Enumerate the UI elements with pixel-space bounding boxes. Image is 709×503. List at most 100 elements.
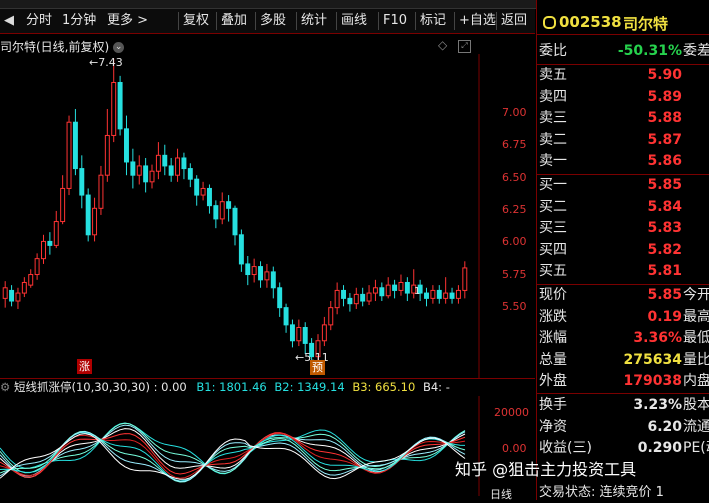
candle-body (379, 287, 385, 297)
candle-body (385, 284, 391, 297)
bid-row-value: 5.84 (647, 198, 682, 215)
high-price-label: 7.43 (98, 56, 123, 69)
candle-body (104, 134, 110, 176)
stock-name: 司尔特 (623, 15, 669, 33)
candle-body (155, 154, 161, 172)
ask-row-value: 5.88 (647, 110, 682, 127)
bid-row: 买一 5.85 (537, 175, 709, 196)
candle-body (206, 187, 212, 207)
candle-body (455, 289, 461, 299)
candle-body (398, 281, 404, 291)
indicator-b2: B2: 1349.14 (274, 380, 345, 394)
huaxian-button[interactable]: 画线 (336, 12, 371, 30)
biaoji-button[interactable]: 标记 (415, 12, 450, 30)
duogu-button[interactable]: 多股 (255, 12, 290, 30)
oscillator-line (0, 433, 466, 480)
candle-body (53, 221, 59, 246)
star-icon[interactable] (543, 16, 556, 29)
stat2-row: 净资 6.20 流通 (537, 417, 709, 438)
candle-body (72, 121, 78, 170)
stat-row-tail: 量比 (683, 351, 709, 368)
candle-body (124, 128, 129, 163)
stat-row-tail: 最低 (683, 330, 709, 347)
stat-row-tail: 内盘 (683, 373, 709, 390)
back-arrow-icon[interactable]: ◀ (0, 12, 18, 30)
candle-body (15, 292, 21, 302)
stat-row-value: 275634 (623, 351, 682, 368)
candle-body (443, 292, 449, 299)
bid-row-value: 5.82 (647, 241, 682, 258)
ytick-label: 6.25 (502, 203, 527, 216)
candle-body (321, 324, 327, 342)
bid-row-value: 5.81 (647, 263, 682, 280)
limit-up-badge: 涨 (77, 359, 92, 374)
stat-row: 涨幅 3.36% 最低 (537, 328, 709, 349)
back-button[interactable]: 返回 (496, 12, 531, 30)
candle-body (143, 165, 149, 183)
stat2-row-label: 换手 (539, 397, 567, 413)
candle-body (162, 154, 168, 167)
ytick-label: 6.00 (502, 235, 527, 248)
candle-body (98, 174, 104, 209)
candle-body (258, 266, 264, 281)
bid-row-label: 买一 (539, 177, 567, 193)
candle-body (47, 240, 53, 246)
ask-row-label: 卖五 (539, 67, 567, 83)
tab-fenshi[interactable]: 分时 (22, 12, 56, 30)
indicator-value: : 0.00 (153, 380, 187, 394)
stat-row-label: 外盘 (539, 373, 567, 390)
candle-body (79, 168, 85, 196)
weibi-label: 委比 (539, 43, 567, 59)
candle-body (436, 289, 442, 299)
tab-1min[interactable]: 1分钟 (58, 12, 100, 30)
bid-row: 买二 5.84 (537, 197, 709, 218)
kline-svg (2, 54, 480, 379)
high-marker: ←7.43 (89, 56, 123, 69)
candle-body (238, 234, 244, 265)
candle-body (41, 240, 46, 260)
kline-chart-area[interactable]: 司尔特(日线,前复权) ⌄ ◇ ⤢ 7.00 6.75 6.50 6.25 6.0… (0, 34, 535, 501)
stat2-row-value: 3.23% (633, 397, 682, 413)
gear-icon[interactable]: ⚙ (0, 380, 10, 394)
candle-body (424, 292, 429, 299)
bid-row: 买四 5.82 (537, 240, 709, 261)
f10-button[interactable]: F10 (378, 12, 411, 30)
indicator-name[interactable]: 短线抓涨停(10,30,30,30) (14, 380, 150, 394)
diejia-button[interactable]: 叠加 (216, 12, 251, 30)
candle-body (264, 271, 270, 281)
stat-row-tail: 今开 (683, 287, 709, 303)
candle-body (251, 266, 257, 276)
candle-body (341, 289, 346, 299)
candle-body (92, 207, 98, 236)
candle-body (277, 287, 283, 309)
stat2-row-tail: PE(动) (683, 440, 709, 457)
candle-body (372, 287, 378, 294)
candle-body (28, 274, 34, 286)
candle-body (353, 293, 359, 305)
stat-row-value: 5.85 (647, 287, 682, 303)
stat2-row-tail: 股本 (683, 397, 709, 413)
fuquan-button[interactable]: 复权 (178, 12, 213, 30)
more-button[interactable]: 更多 > (103, 12, 152, 30)
candle-body (232, 207, 238, 236)
candle-body (328, 307, 334, 326)
stat-row-label: 涨幅 (539, 330, 567, 347)
candle-body (117, 81, 123, 130)
add-favorite-button[interactable]: +自选 (454, 12, 500, 30)
candle-body (226, 201, 232, 209)
weibi-value: -50.31% (617, 43, 682, 59)
ask-row: 卖三 5.88 (537, 108, 709, 129)
ytick-label: 7.00 (502, 106, 527, 119)
indicator-header: ⚙ 短线抓涨停(10,30,30,30) : 0.00 B1: 1801.46 … (0, 378, 535, 396)
candle-body (200, 187, 206, 196)
stat-row: 总量 275634 量比 (537, 350, 709, 371)
candle-body (194, 178, 200, 196)
indicator-b1: B1: 1801.46 (196, 380, 267, 394)
indicator-ytick: 20000 (494, 406, 529, 419)
bid-row-label: 买二 (539, 198, 567, 215)
ask-row-label: 卖三 (539, 110, 567, 127)
tongji-button[interactable]: 统计 (296, 12, 331, 30)
stat-row-value: 179038 (623, 373, 682, 390)
candle-body (360, 293, 366, 302)
candle-body (283, 307, 289, 326)
